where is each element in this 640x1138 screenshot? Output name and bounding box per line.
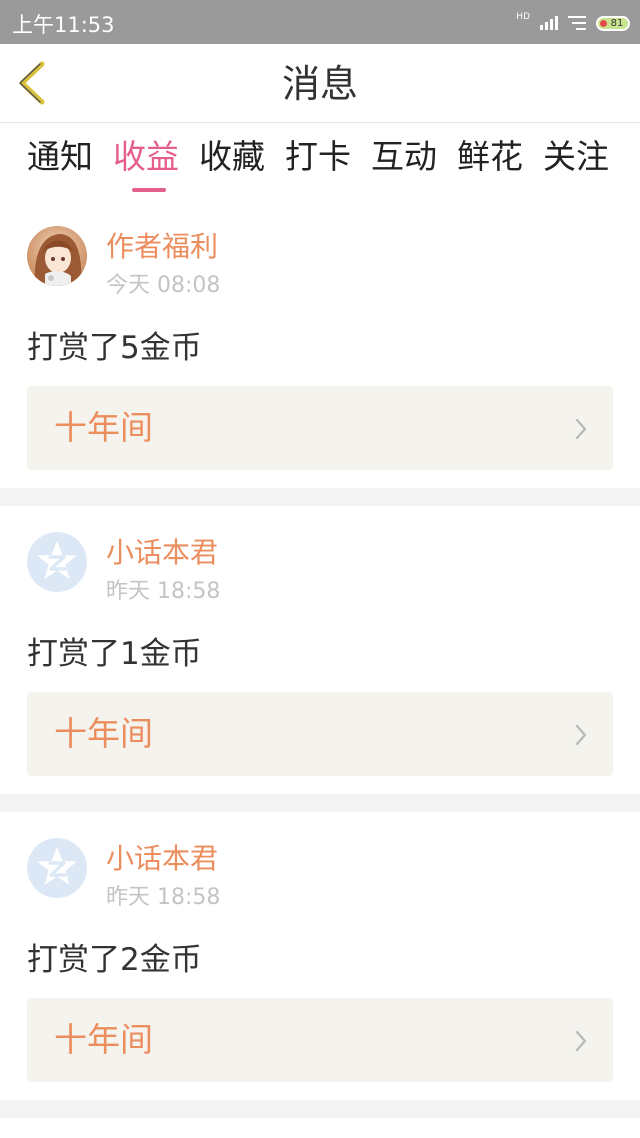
chevron-right-icon	[575, 1030, 587, 1052]
book-title: 十年间	[54, 1020, 153, 1059]
battery-level: 81	[610, 17, 624, 29]
status-time: 上午11:53	[12, 13, 115, 37]
message-time: 昨天 18:58	[106, 579, 221, 604]
message-text: 打赏了1金币	[27, 636, 202, 672]
avatar	[27, 532, 87, 592]
tab-earnings[interactable]: 收益	[113, 137, 179, 177]
header-bar: 消息	[0, 44, 640, 123]
active-tab-indicator	[132, 188, 166, 192]
signal-icon	[540, 16, 558, 30]
tab-checkin[interactable]: 打卡	[285, 137, 351, 177]
message-time: 今天 08:08	[106, 273, 221, 298]
wifi-icon	[568, 16, 586, 30]
message-card: 作者福利 今天 08:08 打赏了5金币 十年间	[0, 200, 640, 488]
divider	[0, 794, 640, 812]
tab-follow[interactable]: 关注	[543, 137, 609, 177]
status-icons: HD 81	[516, 12, 630, 34]
page-title: 消息	[281, 62, 358, 106]
book-link[interactable]: 十年间	[27, 998, 613, 1082]
book-title: 十年间	[54, 714, 153, 753]
message-text: 打赏了2金币	[27, 942, 202, 978]
tab-notifications[interactable]: 通知	[27, 137, 93, 177]
z-star-avatar-icon	[27, 532, 87, 592]
tab-favorites[interactable]: 收藏	[199, 137, 265, 177]
status-bar: 上午11:53 HD 81	[0, 0, 640, 44]
avatar	[27, 226, 87, 286]
chevron-right-icon	[575, 418, 587, 440]
sender-name[interactable]: 小话本君	[106, 842, 218, 876]
avatar	[27, 838, 87, 898]
sender-name[interactable]: 作者福利	[106, 230, 218, 264]
message-time: 昨天 18:58	[106, 885, 221, 910]
book-link[interactable]: 十年间	[27, 692, 613, 776]
anime-girl-avatar-icon	[27, 226, 87, 286]
battery-icon: 81	[596, 15, 630, 31]
z-star-avatar-icon	[27, 838, 87, 898]
divider	[0, 488, 640, 506]
chevron-right-icon	[575, 724, 587, 746]
message-card: 小话本君 昨天 18:58 打赏了2金币 十年间	[0, 812, 640, 1100]
divider	[0, 1100, 640, 1118]
sender-name[interactable]: 小话本君	[106, 536, 218, 570]
tab-flowers[interactable]: 鲜花	[457, 137, 523, 177]
tab-interaction[interactable]: 互动	[371, 137, 437, 177]
message-text: 打赏了5金币	[27, 330, 202, 366]
book-title: 十年间	[54, 408, 153, 447]
network-type-label: HD	[516, 11, 530, 22]
book-link[interactable]: 十年间	[27, 386, 613, 470]
message-card: 小话本君 昨天 18:58 打赏了1金币 十年间	[0, 506, 640, 794]
tab-bar: 通知 收益 收藏 打卡 互动 鲜花 关注	[0, 123, 640, 197]
